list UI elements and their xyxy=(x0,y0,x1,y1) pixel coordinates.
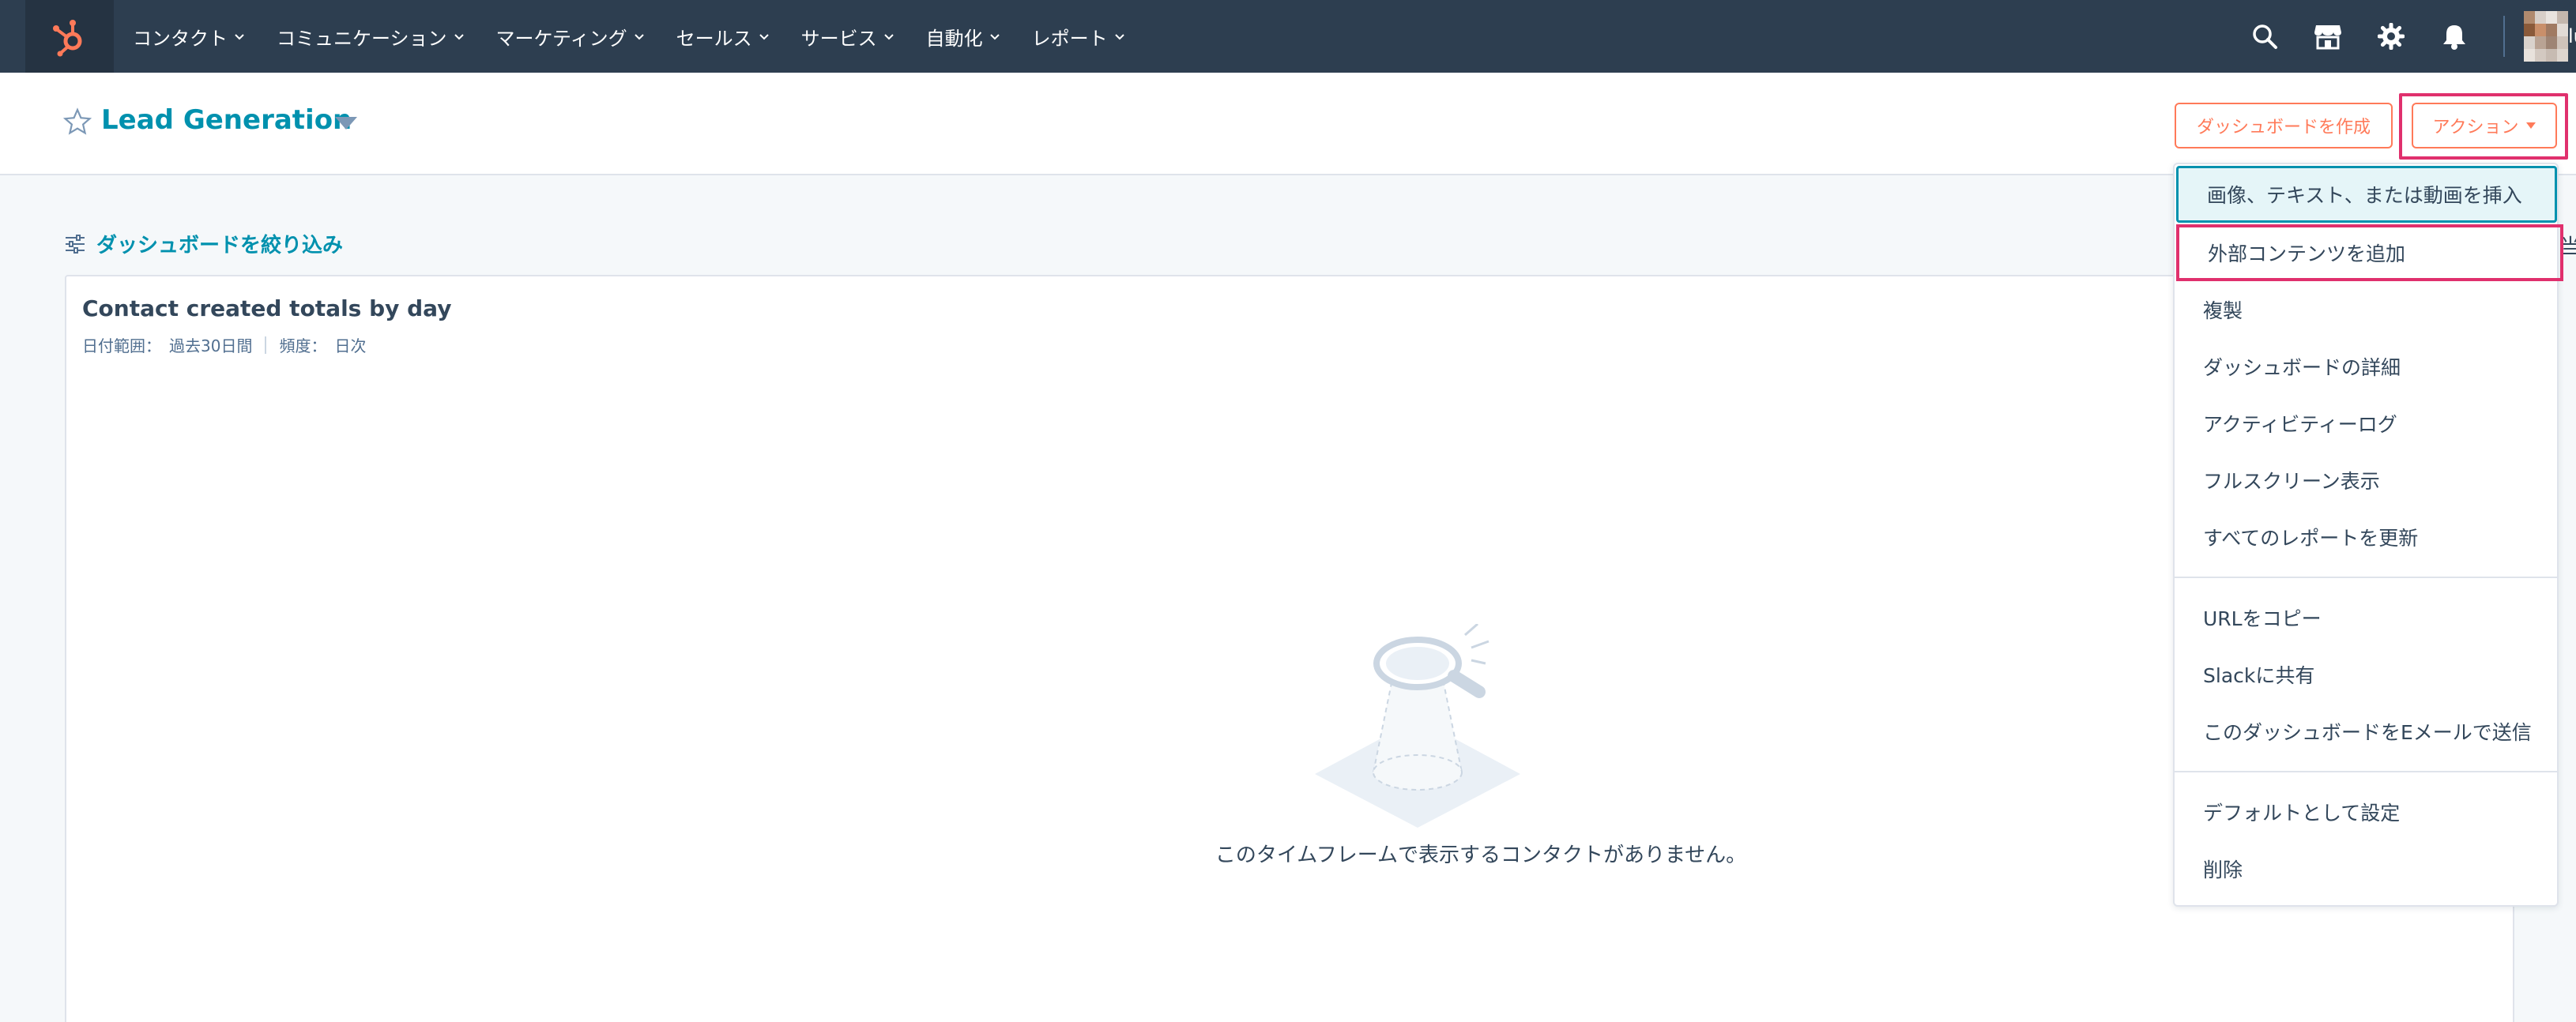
nav-item-automation[interactable]: 自動化 xyxy=(926,23,1000,51)
frequency-value: 日次 xyxy=(334,336,367,355)
nav-utilities: lu xyxy=(2249,0,2576,73)
menu-item-email-dashboard[interactable]: このダッシュボードをEメールで送信 xyxy=(2175,703,2557,760)
actions-button[interactable]: アクション xyxy=(2412,103,2557,148)
hubspot-logo[interactable] xyxy=(25,0,114,73)
filter-dashboard-label: ダッシュボードを絞り込み xyxy=(96,234,344,257)
nav-item-sales[interactable]: セールス xyxy=(676,23,770,51)
nav-item-marketing[interactable]: マーケティング xyxy=(496,23,645,51)
favorite-star-icon[interactable] xyxy=(63,107,92,136)
menu-item-activity-log[interactable]: アクティビティーログ xyxy=(2175,395,2557,452)
report-meta: 日付範囲： 過去30日間 頻度： 日次 xyxy=(82,333,366,356)
account-name[interactable]: lu xyxy=(2568,25,2576,47)
chevron-down-icon xyxy=(634,34,644,40)
nav-item-reports[interactable]: レポート xyxy=(1032,23,1125,51)
nav-item-contacts[interactable]: コンタクト xyxy=(133,23,245,51)
notifications-icon xyxy=(2443,25,2465,50)
dashboard-title[interactable]: Lead Generation xyxy=(101,104,352,136)
meta-divider xyxy=(265,336,267,354)
nav-item-conversations[interactable]: コミュニケーション xyxy=(277,23,465,51)
menu-item-set-default[interactable]: デフォルトとして設定 xyxy=(2175,783,2557,840)
report-card: Contact created totals by day 日付範囲： 過去30… xyxy=(65,275,2514,1022)
top-navigation: コンタクト コミュニケーション マーケティング セールス サービス 自動化 レポ… xyxy=(0,0,2576,73)
nav-item-label: コンタクト xyxy=(133,27,228,50)
menu-item-delete[interactable]: 削除 xyxy=(2175,840,2557,897)
marketplace-button[interactable] xyxy=(2312,21,2344,52)
filter-sliders-icon xyxy=(66,234,85,254)
nav-item-label: サービス xyxy=(800,27,877,50)
nav-item-label: 自動化 xyxy=(925,27,983,50)
create-dashboard-button[interactable]: ダッシュボードを作成 xyxy=(2175,103,2393,148)
nav-item-label: セールス xyxy=(676,27,752,50)
actions-dropdown-menu: 画像、テキスト、または動画を挿入 外部コンテンツを追加 複製 ダッシュボードの詳… xyxy=(2173,163,2563,907)
menu-divider xyxy=(2175,577,2557,578)
main-menu: コンタクト コミュニケーション マーケティング セールス サービス 自動化 レポ… xyxy=(133,0,1157,73)
empty-state-magnifier-icon xyxy=(1315,624,1520,828)
menu-item-add-external-content[interactable]: 外部コンテンツを追加 xyxy=(2176,224,2563,281)
date-range-value: 過去30日間 xyxy=(169,336,253,355)
chevron-down-icon xyxy=(989,34,1000,40)
chevron-down-icon xyxy=(883,34,894,40)
nav-divider xyxy=(2503,16,2505,57)
nav-item-label: レポート xyxy=(1031,27,1108,50)
nav-item-service[interactable]: サービス xyxy=(801,23,894,51)
caret-down-icon[interactable] xyxy=(335,117,357,130)
chevron-down-icon xyxy=(759,34,769,40)
menu-item-duplicate[interactable]: 複製 xyxy=(2175,281,2557,338)
date-range-label: 日付範囲： xyxy=(82,336,161,355)
menu-item-copy-url[interactable]: URLをコピー xyxy=(2175,589,2557,646)
chevron-down-icon xyxy=(1114,34,1124,40)
empty-state-message: このタイムフレームで表示するコンタクトがありません。 xyxy=(1215,844,1747,867)
notifications-button[interactable] xyxy=(2439,21,2470,52)
settings-icon xyxy=(2378,23,2405,50)
chevron-down-icon xyxy=(235,34,244,40)
settings-button[interactable] xyxy=(2375,21,2407,52)
frequency-label: 頻度： xyxy=(279,336,327,355)
nav-item-label: コミュニケーション xyxy=(277,27,447,50)
menu-item-dashboard-details[interactable]: ダッシュボードの詳細 xyxy=(2175,338,2557,395)
search-icon xyxy=(2253,24,2277,49)
report-title[interactable]: Contact created totals by day xyxy=(82,295,451,321)
avatar[interactable] xyxy=(2524,11,2568,62)
menu-item-fullscreen[interactable]: フルスクリーン表示 xyxy=(2175,452,2557,509)
marketplace-icon xyxy=(2314,25,2341,50)
caret-down-icon xyxy=(2526,122,2536,129)
actions-button-label: アクション xyxy=(2432,118,2519,137)
dashboard-header: Lead Generation ダッシュボードを作成 アクション xyxy=(0,73,2576,175)
filter-dashboard-link[interactable]: ダッシュボードを絞り込み xyxy=(65,229,343,258)
chevron-down-icon xyxy=(454,34,464,40)
menu-item-share-slack[interactable]: Slackに共有 xyxy=(2175,646,2557,703)
menu-item-refresh-all-reports[interactable]: すべてのレポートを更新 xyxy=(2175,509,2557,565)
search-button[interactable] xyxy=(2249,21,2280,52)
nav-item-label: マーケティング xyxy=(495,27,627,50)
menu-item-insert-media[interactable]: 画像、テキスト、または動画を挿入 xyxy=(2176,166,2557,223)
hubspot-sprocket-icon xyxy=(53,20,82,57)
menu-divider xyxy=(2175,771,2557,772)
